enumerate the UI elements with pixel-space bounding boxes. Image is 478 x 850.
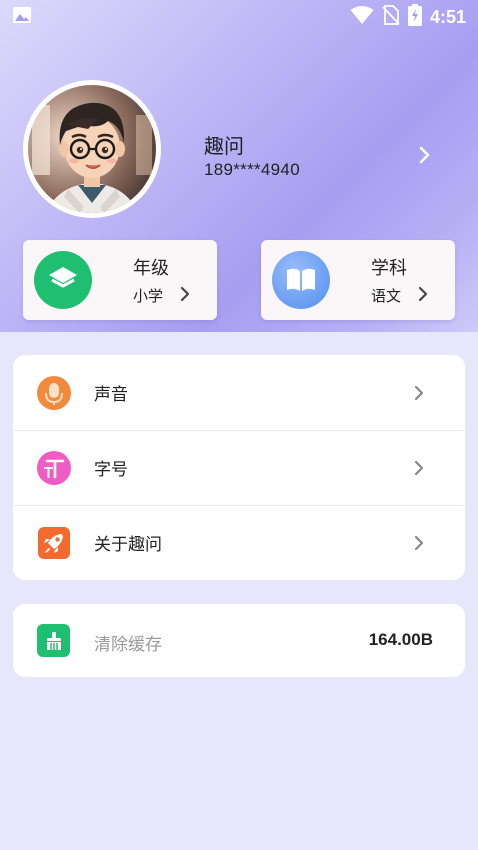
grade-card[interactable]: 年级 小学 [23, 240, 217, 320]
subject-card[interactable]: 学科 语文 [261, 240, 455, 320]
battery-charging-icon [407, 4, 422, 30]
wifi-icon [350, 5, 374, 29]
settings-item-sound[interactable]: 声音 [13, 355, 465, 430]
status-bar: 4:51 [0, 0, 478, 34]
profile-phone[interactable]: 189****4940 [204, 160, 300, 180]
settings-item-label: 声音 [94, 385, 128, 405]
image-icon [12, 5, 32, 29]
chevron-right-icon [175, 284, 195, 304]
chevron-right-icon [413, 284, 433, 304]
book-icon [272, 251, 330, 309]
status-time: 4:51 [429, 6, 466, 27]
settings-item-label: 关于趣问 [94, 535, 162, 555]
subject-title: 学科 [371, 258, 407, 279]
rocket-icon [37, 526, 71, 560]
settings-card: 声音 字号 关于趣问 [13, 355, 465, 580]
layers-icon [34, 251, 92, 309]
chevron-right-icon [409, 458, 429, 478]
avatar[interactable] [23, 80, 161, 218]
subject-value: 语文 [371, 287, 402, 305]
no-sim-icon [382, 5, 400, 29]
profile-name[interactable]: 趣问 [204, 130, 244, 159]
settings-item-font-size[interactable]: 字号 [13, 430, 465, 505]
grade-value: 小学 [133, 287, 164, 305]
microphone-icon [37, 375, 71, 410]
font-size-icon [37, 450, 71, 485]
chevron-right-icon[interactable] [412, 143, 436, 167]
chevron-right-icon [409, 383, 429, 403]
chevron-right-icon [409, 533, 429, 553]
clear-cache-item[interactable]: 清除缓存 164.00B [13, 604, 465, 677]
clear-cache-label: 清除缓存 [94, 635, 162, 655]
grade-title: 年级 [133, 258, 169, 279]
cache-size: 164.00B [368, 630, 433, 649]
settings-item-label: 字号 [94, 460, 128, 480]
settings-item-about[interactable]: 关于趣问 [13, 505, 465, 580]
broom-icon [37, 624, 70, 657]
